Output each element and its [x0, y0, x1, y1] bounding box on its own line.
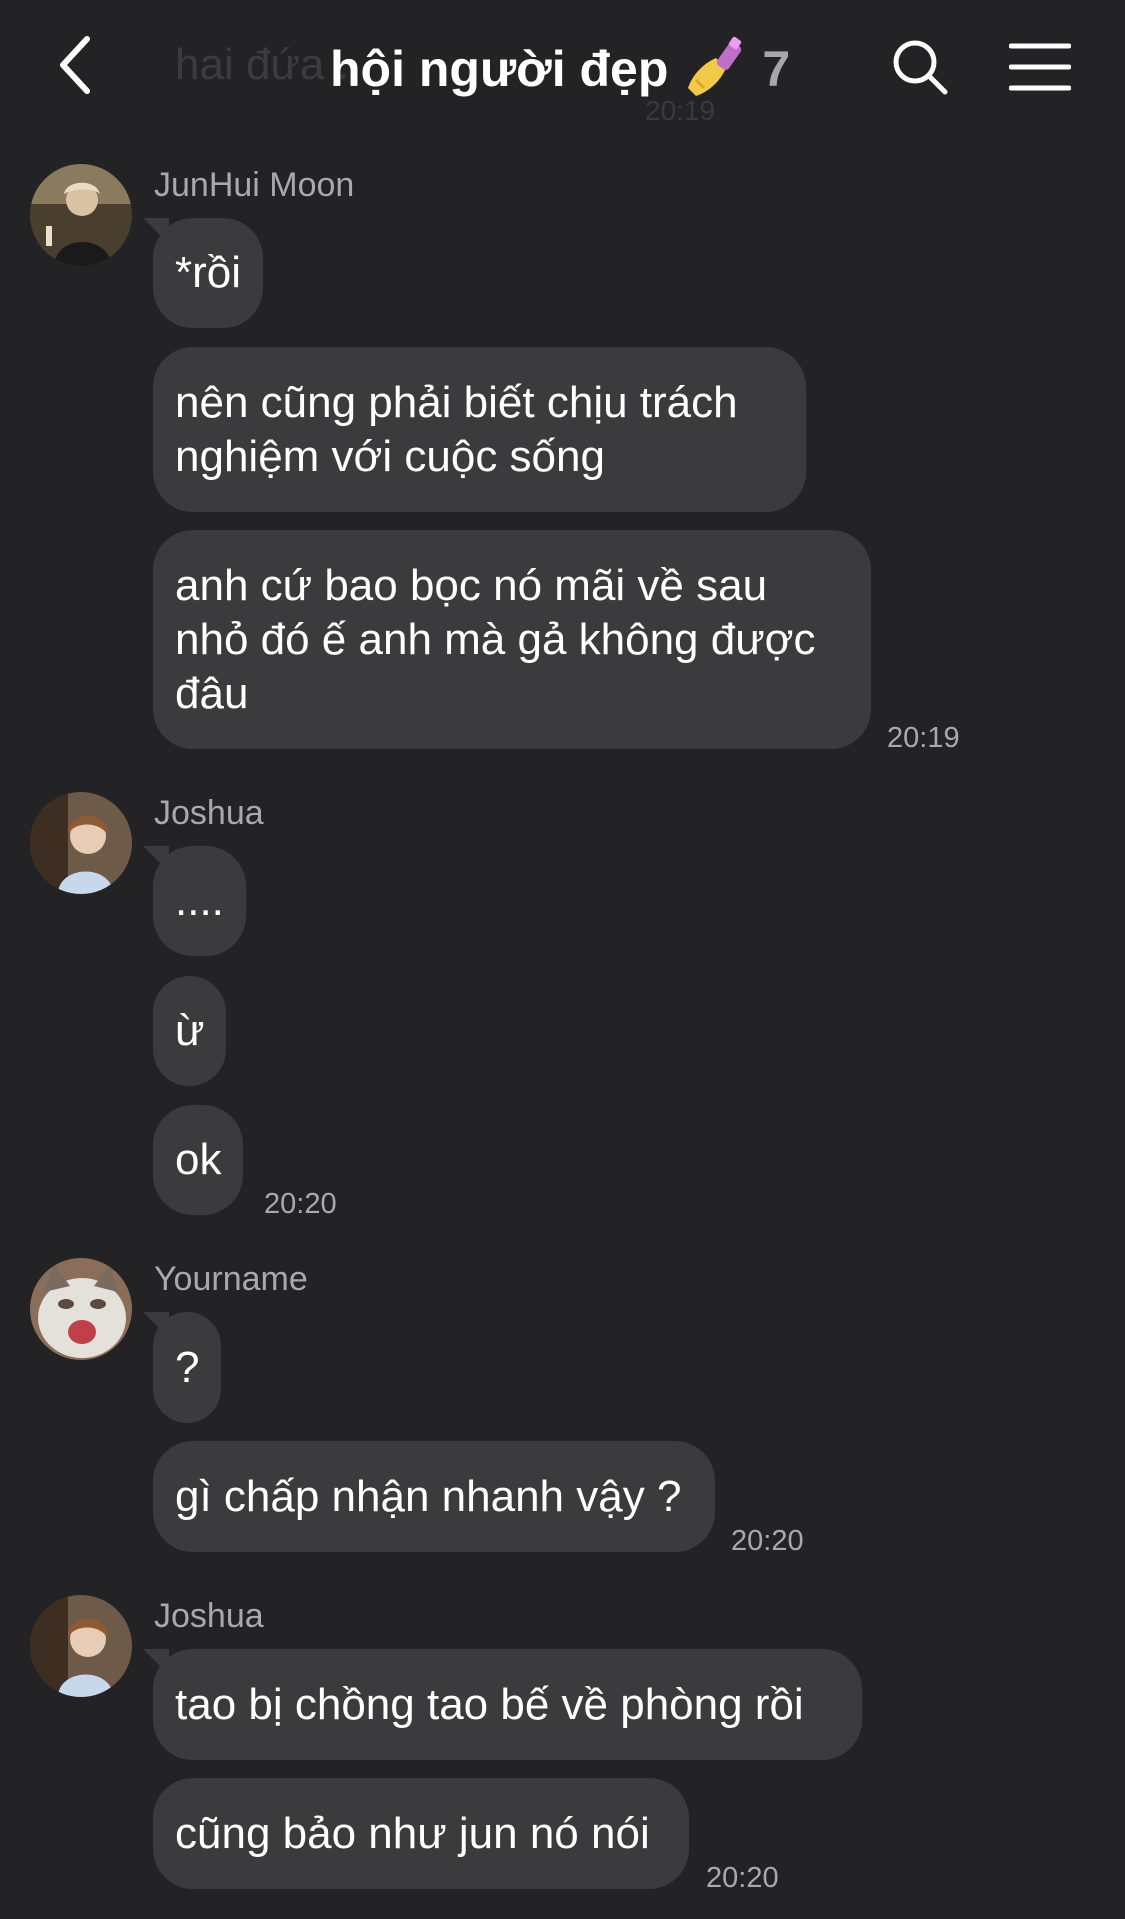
message-time: 20:20	[264, 1188, 337, 1220]
message-bubble[interactable]: ok	[153, 1105, 244, 1215]
message-bubble[interactable]: gì chấp nhận nhanh vậy ?	[153, 1441, 715, 1552]
joshua-avatar-icon	[30, 1595, 132, 1697]
message-text: anh cứ bao bọc nó mãi về sau nhỏ đó ế an…	[175, 560, 816, 718]
nail-polish-emoji-icon	[682, 36, 748, 102]
chat-header: hai đứa ... 20:19 hội người đẹp 7	[0, 0, 1125, 135]
message-time: 20:20	[731, 1525, 804, 1557]
message-text: tao bị chồng tao bế về phòng rồi	[175, 1679, 804, 1729]
hamburger-menu-icon	[1009, 43, 1071, 91]
menu-button[interactable]	[1000, 32, 1080, 102]
sender-name: Yourname	[154, 1260, 308, 1298]
message-text: gì chấp nhận nhanh vậy ?	[175, 1471, 682, 1521]
junhui-avatar-icon	[30, 164, 132, 266]
chat-title[interactable]: hội người đẹp 7	[330, 34, 790, 104]
message-time: 20:19	[887, 722, 960, 754]
message-bubble[interactable]: ừ	[153, 976, 227, 1086]
chevron-left-icon	[60, 36, 90, 94]
search-button[interactable]	[885, 32, 955, 102]
search-icon	[893, 40, 948, 95]
avatar[interactable]	[30, 792, 132, 894]
avatar[interactable]	[30, 1258, 132, 1360]
joshua-avatar-icon	[30, 792, 132, 894]
sender-name: JunHui Moon	[154, 166, 355, 204]
message-bubble[interactable]: tao bị chồng tao bế về phòng rồi	[153, 1649, 862, 1760]
avatar[interactable]	[30, 1595, 132, 1697]
message-bubble[interactable]: ?	[153, 1312, 222, 1423]
message-time: 20:20	[706, 1862, 779, 1894]
message-bubble[interactable]: *rồi	[153, 218, 264, 328]
message-bubble[interactable]: anh cứ bao bọc nó mãi về sau nhỏ đó ế an…	[153, 530, 871, 749]
sender-name: Joshua	[154, 794, 264, 832]
message-bubble[interactable]: ....	[153, 846, 246, 956]
cat-avatar-icon	[30, 1258, 132, 1360]
message-bubble[interactable]: nên cũng phải biết chịu trách nghiệm với…	[153, 347, 806, 512]
message-text: ok	[175, 1135, 222, 1184]
group-name: hội người đẹp	[330, 41, 669, 97]
avatar[interactable]	[30, 164, 132, 266]
sender-name: Joshua	[154, 1597, 264, 1635]
message-text: ừ	[175, 1006, 205, 1055]
message-text: cũng bảo như jun nó nói	[175, 1808, 650, 1858]
message-bubble[interactable]: cũng bảo như jun nó nói	[153, 1778, 689, 1889]
back-button[interactable]	[40, 30, 110, 100]
message-text: ....	[175, 876, 224, 925]
message-text: nên cũng phải biết chịu trách nghiệm với…	[175, 377, 738, 481]
member-count: 7	[762, 41, 791, 97]
message-text: *rồi	[175, 248, 242, 297]
message-text: ?	[175, 1342, 200, 1392]
